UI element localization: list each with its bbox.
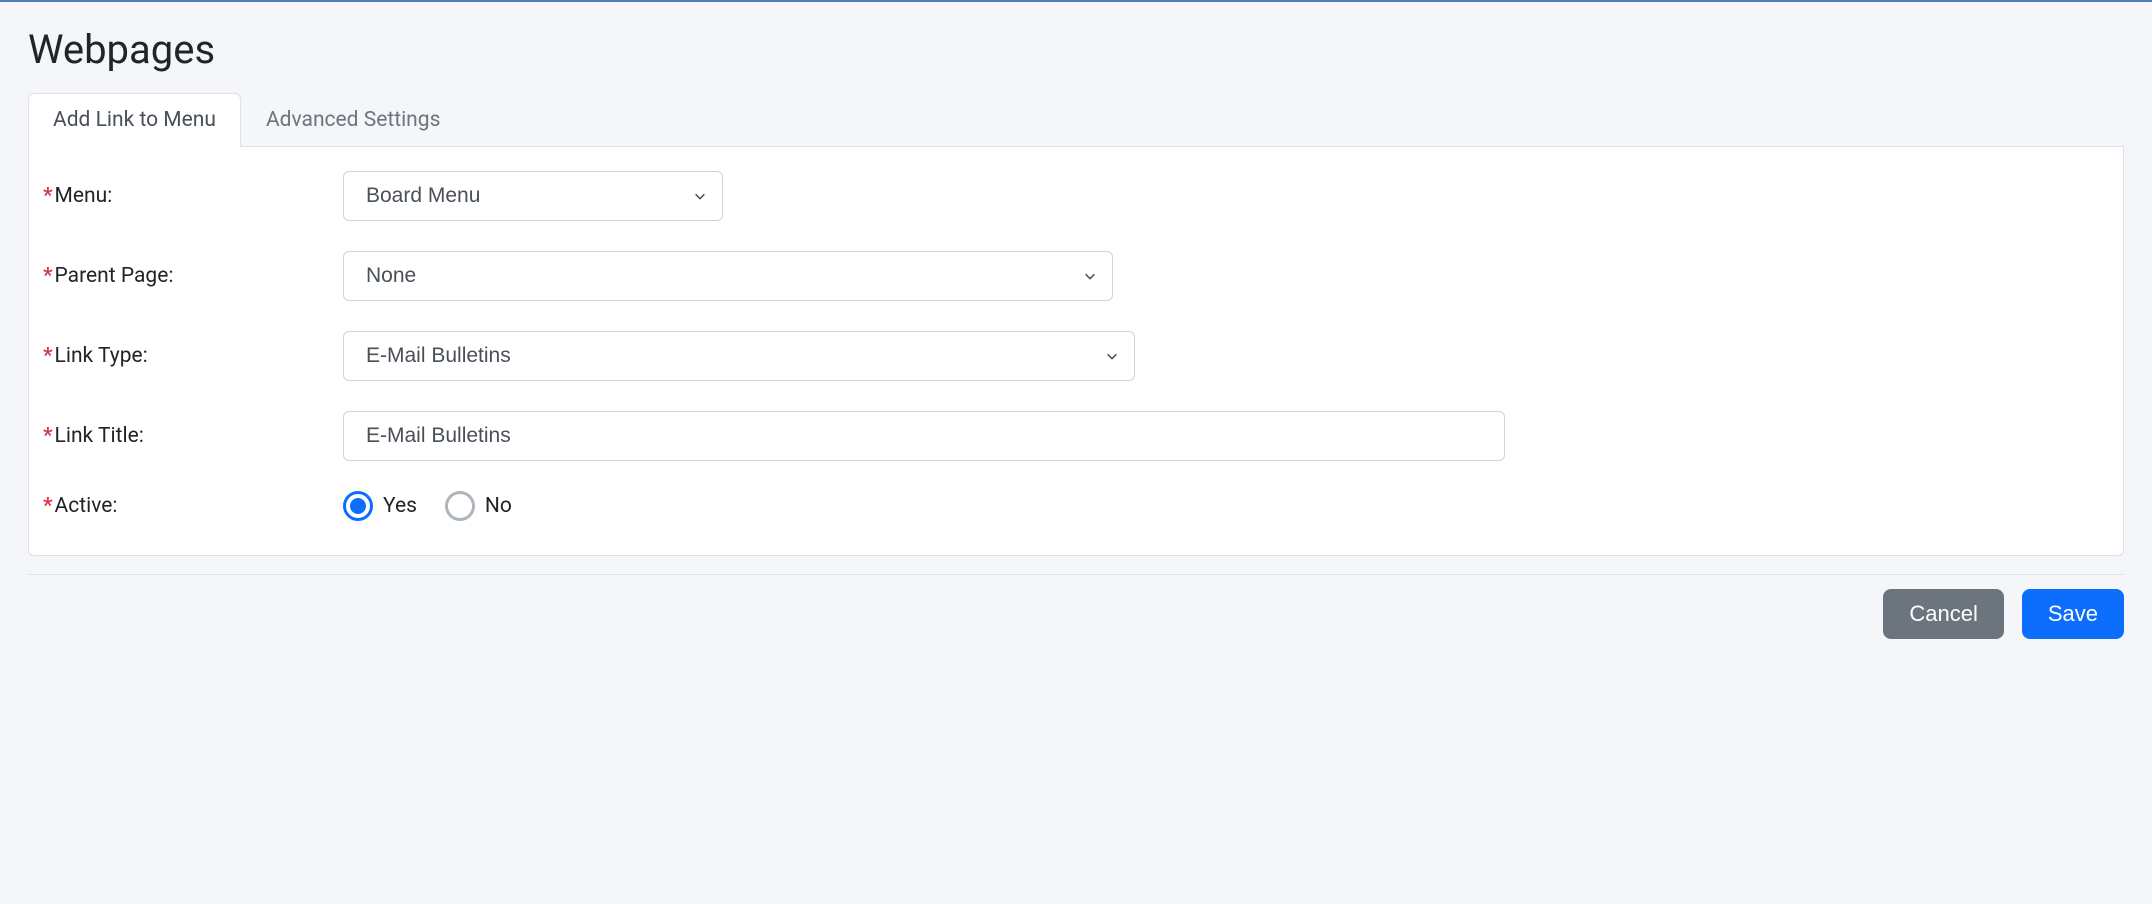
row-link-title: *Link Title: [43, 411, 2109, 461]
radio-icon [445, 491, 475, 521]
form-panel: *Menu: Board Menu *Parent Page: None [28, 147, 2124, 556]
page-title: Webpages [28, 26, 2124, 73]
cancel-button[interactable]: Cancel [1883, 589, 2003, 639]
required-star-icon: * [43, 344, 53, 368]
required-star-icon: * [43, 424, 53, 448]
label-active-text: Active: [55, 494, 118, 518]
radio-active-yes[interactable]: Yes [343, 491, 417, 521]
radio-label-no: No [485, 494, 512, 518]
required-star-icon: * [43, 184, 53, 208]
radio-label-yes: Yes [383, 494, 417, 518]
row-parent-page: *Parent Page: None [43, 251, 2109, 301]
tabs: Add Link to Menu Advanced Settings [28, 93, 2124, 147]
footer-actions: Cancel Save [28, 574, 2124, 639]
page-container: Webpages Add Link to Menu Advanced Setti… [0, 2, 2152, 663]
save-button[interactable]: Save [2022, 589, 2124, 639]
required-star-icon: * [43, 264, 53, 288]
row-menu: *Menu: Board Menu [43, 171, 2109, 221]
label-active: *Active: [43, 494, 343, 518]
label-link-title: *Link Title: [43, 424, 343, 448]
label-menu-text: Menu: [55, 184, 113, 208]
row-active: *Active: Yes No [43, 491, 2109, 521]
select-menu[interactable]: Board Menu [343, 171, 723, 221]
row-link-type: *Link Type: E-Mail Bulletins [43, 331, 2109, 381]
control-menu: Board Menu [343, 171, 2109, 221]
radio-dot-icon [350, 498, 366, 514]
control-link-type: E-Mail Bulletins [343, 331, 2109, 381]
radio-group-active: Yes No [343, 491, 2109, 521]
tab-advanced-settings[interactable]: Advanced Settings [241, 93, 465, 146]
select-parent-page[interactable]: None [343, 251, 1113, 301]
control-parent-page: None [343, 251, 2109, 301]
required-star-icon: * [43, 494, 53, 518]
select-link-type[interactable]: E-Mail Bulletins [343, 331, 1135, 381]
control-link-title [343, 411, 2109, 461]
label-link-type: *Link Type: [43, 344, 343, 368]
label-link-type-text: Link Type: [55, 344, 148, 368]
label-link-title-text: Link Title: [55, 424, 144, 448]
label-parent-page: *Parent Page: [43, 264, 343, 288]
control-active: Yes No [343, 491, 2109, 521]
radio-active-no[interactable]: No [445, 491, 512, 521]
radio-icon [343, 491, 373, 521]
tab-add-link-to-menu[interactable]: Add Link to Menu [28, 93, 241, 147]
input-link-title[interactable] [343, 411, 1505, 461]
label-menu: *Menu: [43, 184, 343, 208]
label-parent-page-text: Parent Page: [55, 264, 174, 288]
